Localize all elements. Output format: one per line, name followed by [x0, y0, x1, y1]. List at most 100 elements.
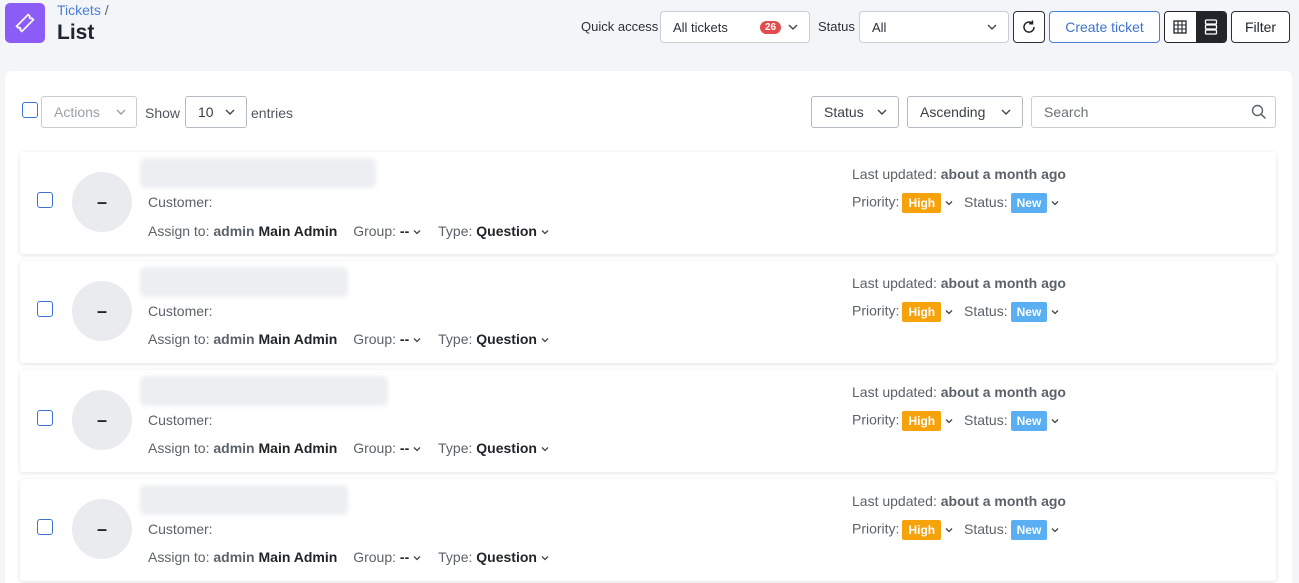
type-value[interactable]: Question — [476, 440, 537, 456]
refresh-icon — [1023, 20, 1035, 33]
search-input[interactable]: Search — [1031, 96, 1276, 128]
chevron-down-icon[interactable] — [412, 227, 422, 237]
ticket-icon — [15, 13, 35, 33]
chevron-down-icon[interactable] — [1050, 416, 1060, 426]
chevron-down-icon[interactable] — [412, 444, 422, 454]
quick-access-label: Quick access — [581, 19, 659, 34]
entries-value: 10 — [198, 104, 214, 120]
status-badge[interactable]: New — [1010, 520, 1048, 540]
priority-badge[interactable]: High — [902, 193, 942, 213]
last-updated: Last updated: about a month ago — [852, 166, 1066, 182]
entries-label: entries — [251, 105, 294, 121]
status-badge[interactable]: New — [1010, 411, 1048, 431]
ticket-checkbox[interactable] — [37, 301, 53, 317]
breadcrumb: Tickets / — [57, 2, 109, 18]
avatar: – — [72, 281, 132, 341]
chevron-down-icon[interactable] — [412, 553, 422, 563]
ticket-subject-redacted — [140, 158, 376, 188]
last-updated: Last updated: about a month ago — [852, 493, 1066, 509]
show-label: Show — [145, 105, 181, 121]
avatar: – — [72, 390, 132, 450]
view-toggle — [1164, 11, 1227, 43]
tickets-app-icon — [5, 3, 45, 43]
priority-status: Priority: High Status: New — [852, 302, 1060, 322]
ticket-subject-redacted — [140, 485, 348, 515]
ticket-meta: Assign to: admin Main Admin Group: -- Ty… — [148, 549, 550, 565]
group-value[interactable]: -- — [400, 440, 409, 456]
filter-button[interactable]: Filter — [1231, 11, 1290, 43]
chevron-down-icon[interactable] — [540, 227, 550, 237]
chevron-down-icon[interactable] — [540, 444, 550, 454]
ticket-card[interactable]: – Customer: Assign to: admin Main Admin … — [20, 261, 1276, 363]
ticket-meta: Assign to: admin Main Admin Group: -- Ty… — [148, 223, 550, 239]
type-value[interactable]: Question — [476, 223, 537, 239]
last-updated: Last updated: about a month ago — [852, 384, 1066, 400]
breadcrumb-tickets-link[interactable]: Tickets — [57, 2, 101, 18]
ticket-subject-redacted — [140, 376, 388, 406]
chevron-down-icon[interactable] — [540, 553, 550, 563]
ticket-meta: Assign to: admin Main Admin Group: -- Ty… — [148, 440, 550, 456]
entries-select[interactable]: 10 — [185, 96, 247, 128]
ticket-card[interactable]: – Customer: Assign to: admin Main Admin … — [20, 152, 1276, 254]
create-ticket-button[interactable]: Create ticket — [1049, 11, 1160, 43]
grid-view-button[interactable] — [1165, 12, 1196, 42]
priority-badge[interactable]: High — [902, 302, 942, 322]
sort-field-dropdown[interactable]: Status — [811, 96, 899, 128]
chevron-down-icon[interactable] — [540, 335, 550, 345]
group-value[interactable]: -- — [400, 549, 409, 565]
priority-status: Priority: High Status: New — [852, 411, 1060, 431]
ticket-card[interactable]: – Customer: Assign to: admin Main Admin … — [20, 370, 1276, 472]
last-updated: Last updated: about a month ago — [852, 275, 1066, 291]
ticket-checkbox[interactable] — [37, 410, 53, 426]
chevron-down-icon — [1001, 109, 1011, 115]
breadcrumb-separator: / — [104, 2, 109, 18]
status-badge[interactable]: New — [1010, 193, 1048, 213]
ticket-meta: Assign to: admin Main Admin Group: -- Ty… — [148, 331, 550, 347]
priority-badge[interactable]: High — [902, 520, 942, 540]
chevron-down-icon[interactable] — [944, 525, 954, 535]
chevron-down-icon[interactable] — [1050, 525, 1060, 535]
status-select[interactable]: All — [859, 11, 1009, 43]
chevron-down-icon[interactable] — [944, 198, 954, 208]
sort-order-value: Ascending — [920, 104, 986, 120]
chevron-down-icon[interactable] — [1050, 307, 1060, 317]
customer-field: Customer: — [148, 194, 213, 210]
status-value: All — [872, 19, 887, 35]
customer-field: Customer: — [148, 412, 213, 428]
sort-field-value: Status — [824, 104, 864, 120]
avatar: – — [72, 172, 132, 232]
customer-field: Customer: — [148, 303, 213, 319]
chevron-down-icon[interactable] — [412, 335, 422, 345]
sort-order-dropdown[interactable]: Ascending — [907, 96, 1023, 128]
status-badge[interactable]: New — [1010, 302, 1048, 322]
chevron-down-icon — [225, 109, 235, 115]
avatar: – — [72, 499, 132, 559]
type-value[interactable]: Question — [476, 549, 537, 565]
quick-access-select[interactable]: All tickets 26 — [660, 11, 810, 43]
ticket-checkbox[interactable] — [37, 192, 53, 208]
chevron-down-icon — [877, 109, 887, 115]
actions-dropdown[interactable]: Actions — [41, 96, 137, 128]
chevron-down-icon — [987, 24, 997, 30]
ticket-subject-redacted — [140, 267, 348, 297]
ticket-count-badge: 26 — [760, 21, 782, 34]
type-value[interactable]: Question — [476, 331, 537, 347]
priority-status: Priority: High Status: New — [852, 193, 1060, 213]
group-value[interactable]: -- — [400, 331, 409, 347]
tickets-panel: Actions Show 10 entries Status Ascending… — [5, 71, 1292, 583]
quick-access-value: All tickets — [673, 19, 728, 35]
ticket-checkbox[interactable] — [37, 519, 53, 535]
chevron-down-icon — [788, 24, 798, 30]
priority-badge[interactable]: High — [902, 411, 942, 431]
select-all-checkbox[interactable] — [22, 102, 38, 118]
search-icon[interactable] — [1251, 104, 1267, 120]
refresh-button[interactable] — [1013, 11, 1045, 43]
list-view-button[interactable] — [1195, 12, 1226, 42]
chevron-down-icon[interactable] — [944, 307, 954, 317]
group-value[interactable]: -- — [400, 223, 409, 239]
chevron-down-icon[interactable] — [1050, 198, 1060, 208]
ticket-card[interactable]: – Customer: Assign to: admin Main Admin … — [20, 479, 1276, 581]
list-icon — [1204, 19, 1217, 35]
chevron-down-icon[interactable] — [944, 416, 954, 426]
chevron-down-icon — [116, 109, 126, 115]
